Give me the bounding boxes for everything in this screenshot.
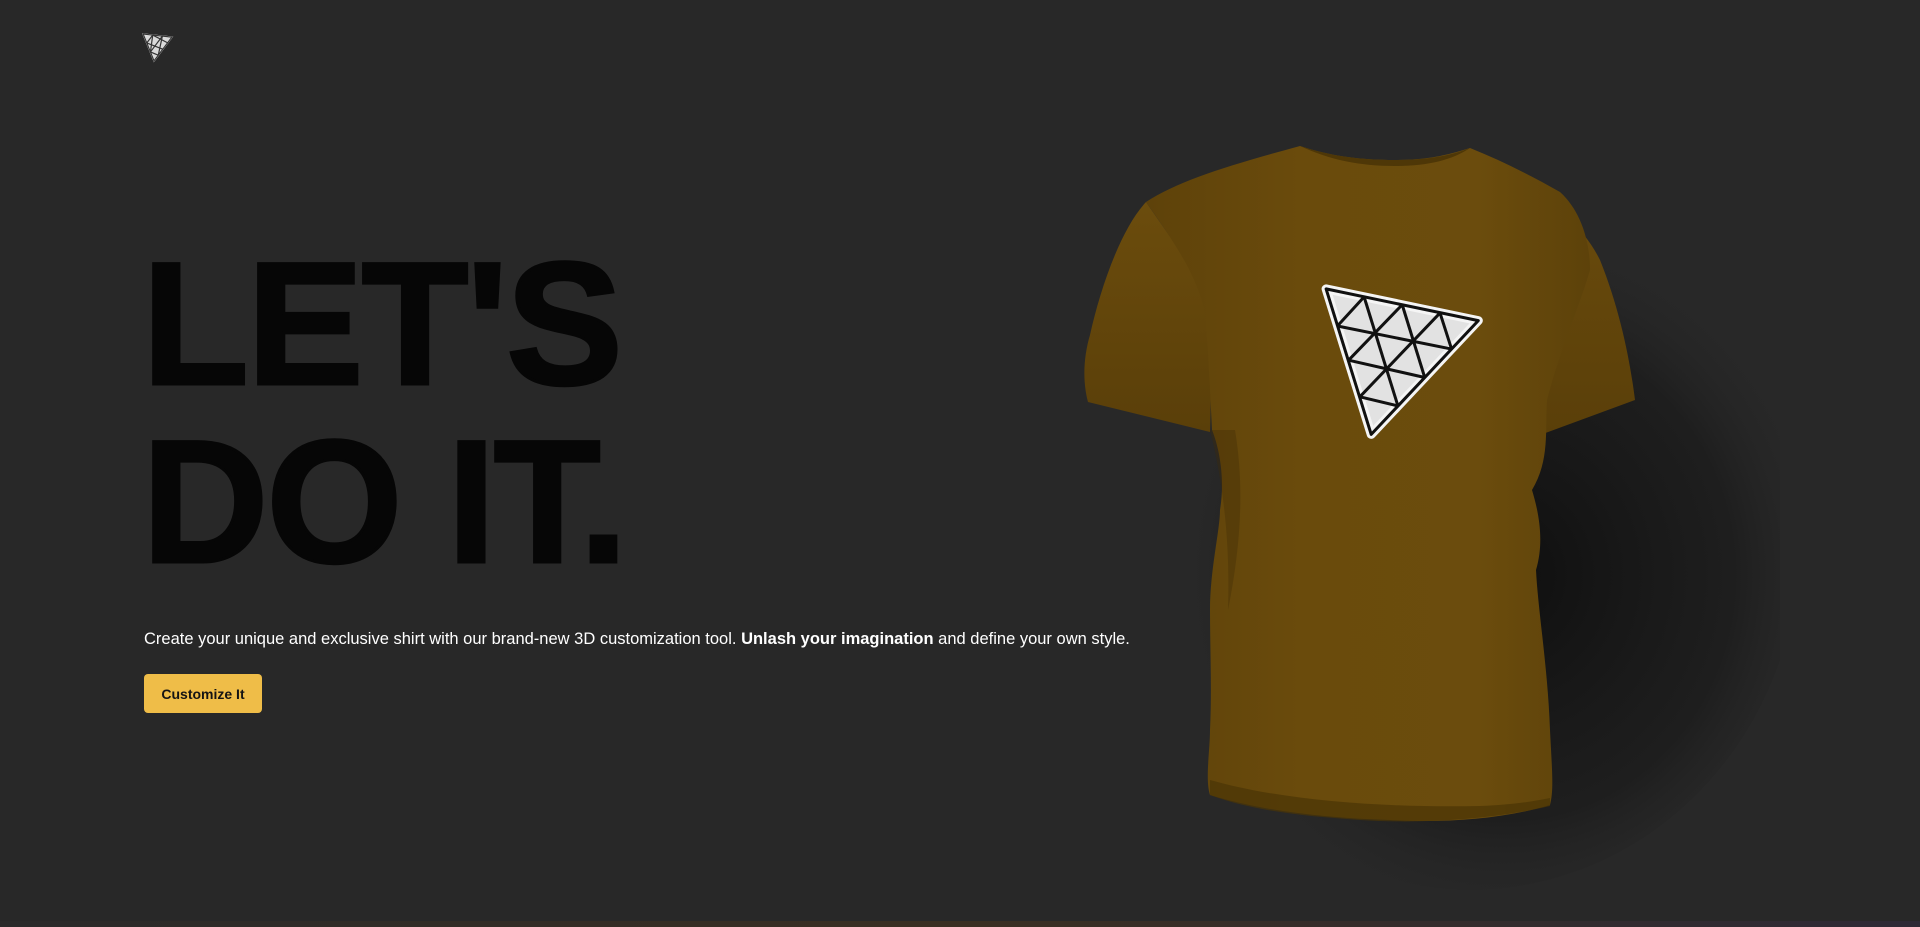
- headline-line-2: DO IT.: [141, 405, 630, 600]
- triangle-mesh-logo-icon[interactable]: [142, 29, 176, 63]
- customize-it-button[interactable]: Customize It: [144, 674, 262, 713]
- headline-line-1: LET'S: [141, 227, 625, 422]
- page-bottom-edge: [0, 921, 1920, 927]
- tshirt-3d-model[interactable]: [1060, 130, 1780, 890]
- hero-description: Create your unique and exclusive shirt w…: [144, 630, 1130, 649]
- description-text-start: Create your unique and exclusive shirt w…: [144, 630, 742, 648]
- description-text-bold: Unlash your imagination: [741, 630, 934, 648]
- home-page: LET'S DO IT. Create your unique and excl…: [0, 0, 1920, 927]
- hero-headline: LET'S DO IT.: [141, 227, 630, 600]
